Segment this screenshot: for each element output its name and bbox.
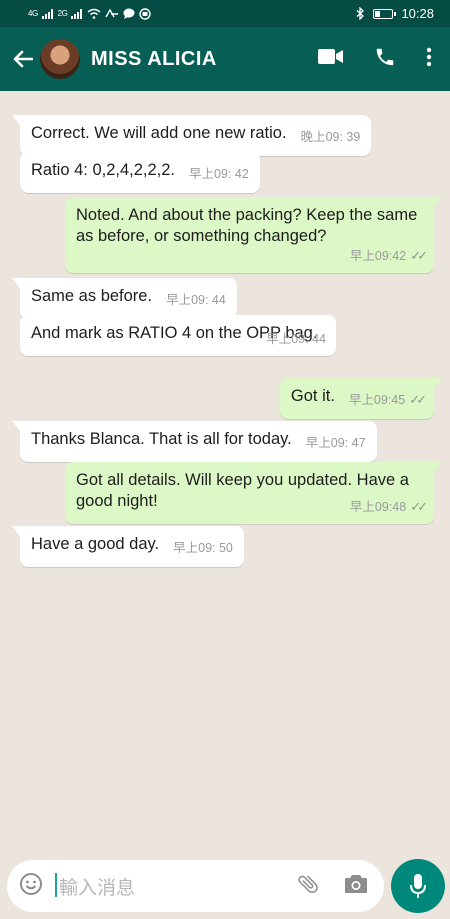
- video-call-button[interactable]: [318, 48, 344, 70]
- phone-icon: [376, 48, 394, 65]
- emoji-icon: [20, 872, 42, 895]
- attach-icon: [298, 875, 318, 893]
- message-input[interactable]: 輸入消息: [55, 872, 296, 900]
- message-text: Same as before.: [31, 287, 153, 305]
- message-text: Got it.: [290, 387, 335, 405]
- attach-button[interactable]: [296, 872, 320, 901]
- message-text: Ratio 4: 0,2,4,2,2,2.: [31, 161, 176, 179]
- more-options-button[interactable]: [426, 47, 432, 72]
- message-text: Thanks Blanca. That is all for today.: [31, 430, 292, 448]
- message-bubble-incoming[interactable]: Same as before. 早上09: 44: [12, 278, 237, 319]
- message-time: 早上09: 42: [189, 167, 249, 181]
- battery-icon: [373, 8, 397, 19]
- message-time: 早上09:42 ✓✓: [349, 248, 428, 263]
- message-bubble-outgoing[interactable]: Got all details. Will keep you updated. …: [65, 462, 442, 524]
- message-time: 晚上09: 39: [300, 130, 361, 144]
- signal-icon: [41, 8, 53, 19]
- message-composer: 輸入消息: [7, 860, 384, 912]
- mic-icon: [410, 874, 426, 898]
- data-saver-icon: [105, 8, 119, 18]
- message-bubble-incoming[interactable]: Ratio 4: 0,2,4,2,2,2. 早上09: 42: [20, 152, 260, 193]
- text-caret: [55, 872, 57, 897]
- emoji-button[interactable]: [19, 872, 43, 901]
- voice-call-button[interactable]: [374, 46, 396, 73]
- chat-header: MISS ALICIA: [0, 27, 450, 91]
- camera-button[interactable]: [344, 873, 368, 900]
- message-text: Correct. We will add one new ratio.: [31, 124, 287, 142]
- message-bubble-incoming[interactable]: And mark as RATIO 4 on the OPP bag. 早上09…: [20, 315, 336, 356]
- read-receipt-icon: ✓✓: [410, 499, 428, 514]
- message-bubble-incoming[interactable]: Correct. We will add one new ratio. 晚上09:…: [11, 115, 372, 156]
- message-time: 早上09: 47: [305, 436, 366, 450]
- more-vert-icon: [426, 47, 432, 66]
- contact-name[interactable]: MISS ALICIA: [91, 48, 318, 71]
- signal-icon-2: [71, 8, 83, 19]
- status-bar: 4G 2G 10:28: [0, 0, 450, 27]
- message-bubble-outgoing[interactable]: Noted. And about the packing? Keep the s…: [65, 197, 442, 273]
- back-button[interactable]: [6, 50, 40, 68]
- message-time: 早上09:48 ✓✓: [349, 499, 428, 514]
- message-bubble-incoming[interactable]: Thanks Blanca. That is all for today. 早上0…: [12, 421, 377, 462]
- message-text: Have a good day.: [31, 535, 160, 553]
- message-input-placeholder: 輸入消息: [59, 877, 136, 899]
- message-time: 早上09:45 ✓✓: [348, 392, 427, 407]
- network-label-left: 4G: [28, 9, 38, 18]
- app-notification-icon: [139, 7, 152, 20]
- message-time: 早上09: 44: [266, 332, 326, 346]
- video-call-icon: [318, 49, 343, 64]
- avatar[interactable]: [40, 39, 80, 79]
- message-time: 早上09: 44: [166, 293, 226, 307]
- voice-message-button[interactable]: [391, 859, 445, 913]
- back-arrow-icon: [13, 50, 33, 68]
- message-list[interactable]: Correct. We will add one new ratio. 晚上09:…: [0, 91, 450, 849]
- message-time: 早上09: 50: [173, 541, 233, 555]
- network-label-right: 2G: [57, 9, 68, 18]
- chat-notification-icon: [123, 8, 135, 19]
- bluetooth-icon: [357, 7, 365, 20]
- message-text: Noted. And about the packing? Keep the s…: [76, 206, 418, 245]
- read-receipt-icon: ✓✓: [410, 248, 428, 263]
- status-icons-right: 10:28: [356, 6, 434, 21]
- message-bubble-outgoing[interactable]: Got it. 早上09:45 ✓✓: [279, 378, 443, 419]
- read-receipt-icon: ✓✓: [409, 392, 427, 407]
- wifi-icon: [87, 8, 101, 19]
- message-bubble-incoming[interactable]: Have a good day. 早上09: 50: [12, 526, 244, 567]
- camera-icon: [345, 874, 367, 893]
- status-time: 10:28: [401, 6, 434, 21]
- status-icons-left: 4G 2G: [28, 7, 152, 20]
